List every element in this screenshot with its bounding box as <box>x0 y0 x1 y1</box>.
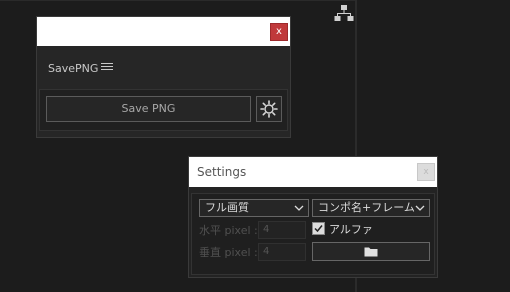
savepng-titlebar[interactable]: x <box>37 17 290 46</box>
folder-icon <box>364 247 378 257</box>
settings-panel: Settings x フル画質 コンポ名+フレーム 水平 pixel : 4 垂… <box>188 156 438 278</box>
checkmark-icon <box>314 225 323 233</box>
hamburger-icon[interactable] <box>101 61 113 73</box>
gear-icon <box>260 100 278 118</box>
horizontal-pixel-label: 水平 pixel : <box>199 224 258 237</box>
filename-select-value: コンポ名+フレーム <box>318 201 415 214</box>
quality-select[interactable]: フル画質 <box>199 199 309 217</box>
settings-titlebar[interactable]: Settings x <box>189 157 437 187</box>
filename-select[interactable]: コンポ名+フレーム <box>312 199 430 217</box>
savepng-tool-area: Save PNG <box>39 89 288 131</box>
settings-title: Settings <box>197 165 247 179</box>
folder-button[interactable] <box>312 242 430 261</box>
savepng-close-button[interactable]: x <box>270 23 288 41</box>
panel-name: SavePNG <box>48 62 99 75</box>
chevron-down-icon <box>415 205 425 211</box>
vertical-pixel-input[interactable]: 4 <box>258 243 306 261</box>
alpha-checkbox[interactable] <box>312 222 325 235</box>
horizontal-pixel-input[interactable]: 4 <box>258 221 306 239</box>
settings-close-button[interactable]: x <box>417 163 435 181</box>
settings-form: フル画質 コンポ名+フレーム 水平 pixel : 4 垂直 pixel : 4… <box>191 193 435 275</box>
save-png-button[interactable]: Save PNG <box>46 96 251 122</box>
alpha-label: アルファ <box>329 223 373 236</box>
quality-select-value: フル画質 <box>205 201 249 214</box>
top-divider <box>0 0 355 1</box>
chevron-down-icon <box>294 205 304 211</box>
vertical-pixel-label: 垂直 pixel : <box>199 246 258 259</box>
network-icon[interactable] <box>334 4 354 22</box>
savepng-panel: x SavePNG Save PNG <box>36 16 291 138</box>
settings-button[interactable] <box>256 96 282 122</box>
